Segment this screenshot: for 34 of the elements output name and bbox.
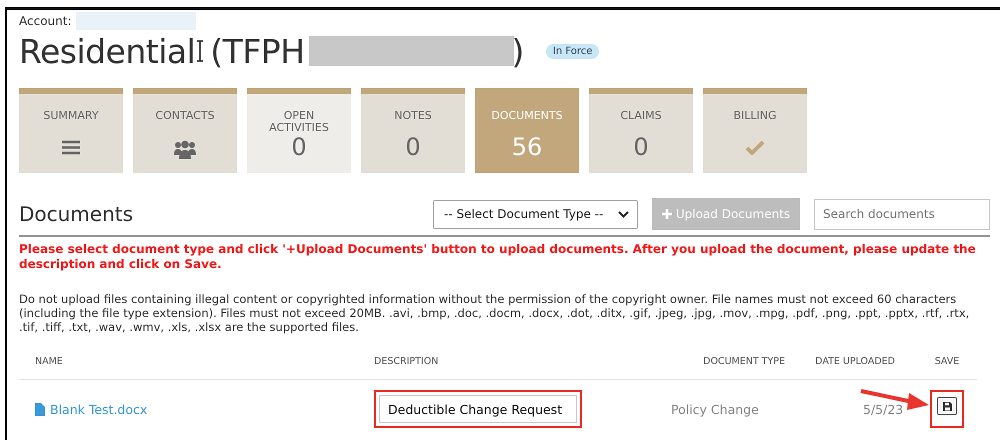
column-header: DESCRIPTION: [374, 356, 651, 380]
description-field[interactable]: Deductible Change Request: [379, 395, 577, 423]
save-button[interactable]: [937, 397, 957, 415]
upload-note: Do not upload files containing illegal content or copyrighted information without the permission of the copyright owner. File names must not exceed 60 characters (including the file type extension). Files must not exceed 20MB. .avi, .bmp, .doc, .docm, .docx, .dot, .ditx, .gif, .jpeg, .jpg, .mov, .mpg, .pdf, .png, .ppt, .pptx, .rtf, .rtx, .tif, .tiff, .txt, .wav, .wmv, .xls, .xlsx are the supported files.: [19, 292, 970, 334]
nav-tab[interactable]: NOTES 0: [361, 88, 465, 173]
document-type-select[interactable]: -- Select Document Type --: [433, 200, 638, 228]
nav-tab[interactable]: BILLING: [703, 88, 807, 173]
account-label: Account:: [19, 14, 72, 28]
policy-number-paren: ): [512, 32, 524, 70]
file-link[interactable]: Blank Test.docx: [19, 402, 374, 416]
nav-tab[interactable]: CLAIMS 0: [589, 88, 693, 173]
check-icon: [745, 140, 765, 155]
policy-number: (TFPH: [210, 32, 305, 70]
chevron-down-icon: [618, 210, 629, 218]
table-cell-text: 5/5/23: [862, 402, 904, 416]
menu-icon: [62, 140, 80, 155]
plus-icon: [662, 209, 672, 219]
instruction-text: Please select document type and click '+Upload Documents' button to upload documents. After you upload the document, please update the description and click on Save.: [19, 242, 977, 272]
nav-tab[interactable]: OPEN ACTIVITIES 0: [247, 88, 351, 173]
nav-tab[interactable]: SUMMARY: [19, 88, 123, 173]
column-header: DATE UPLOADED: [807, 356, 917, 380]
search-field[interactable]: Search documents: [814, 198, 990, 230]
people-icon: [174, 140, 196, 159]
column-header: SAVE: [917, 356, 977, 380]
nav-tab[interactable]: CONTACTS: [133, 88, 237, 173]
policy-title: Residential: [19, 32, 196, 70]
nav-tab[interactable]: DOCUMENTS 56: [475, 88, 579, 173]
column-header: DOCUMENT TYPE: [651, 356, 807, 380]
table-cell-text: Policy Change: [670, 402, 760, 416]
text-cursor-icon: [196, 40, 204, 62]
column-header: NAME: [19, 356, 374, 380]
status-badge: In Force: [546, 44, 600, 58]
section-heading: Documents: [19, 202, 134, 226]
file-icon: [35, 402, 45, 416]
